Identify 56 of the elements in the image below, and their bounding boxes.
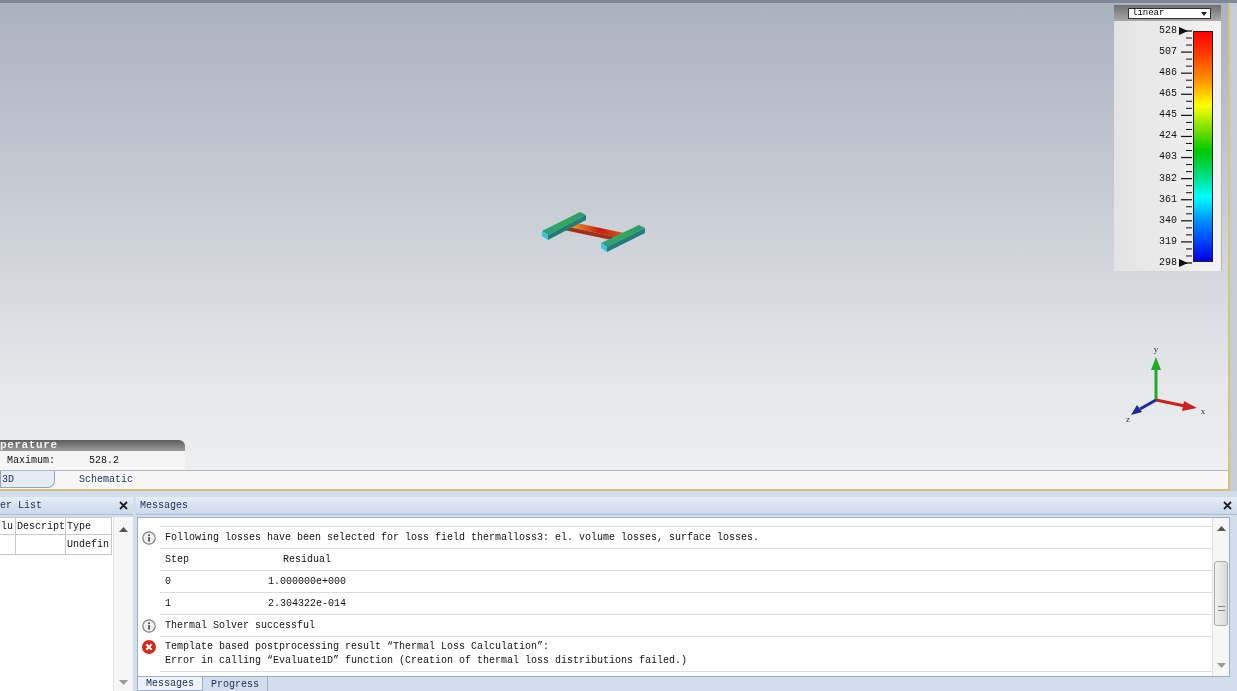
panel-title: er List <box>0 500 42 511</box>
result-label: Maximum: <box>7 455 56 466</box>
info-icon <box>142 531 156 545</box>
table-cell: 1.000000e+000 <box>268 574 346 589</box>
scale-label: 403 <box>1159 152 1177 163</box>
axis-label: z <box>1126 414 1130 424</box>
triangle-marker-icon <box>1179 259 1188 267</box>
table-cell <box>0 535 16 555</box>
table-cell: 0 <box>165 574 171 589</box>
caret-icon <box>1201 11 1207 16</box>
scale-label: 298 <box>1159 257 1177 268</box>
scrollbar[interactable] <box>113 517 133 691</box>
table-cell <box>16 535 66 555</box>
triangle-marker-icon <box>1179 27 1188 35</box>
panel-tab[interactable]: Messages <box>137 677 203 691</box>
error-icon <box>142 640 156 654</box>
scale-label: 361 <box>1159 194 1177 205</box>
axis-label: y <box>1153 344 1159 354</box>
result-title-bar: perature <box>0 440 185 451</box>
scale-label: 382 <box>1159 173 1177 184</box>
scale-label: 424 <box>1159 131 1177 142</box>
table-cell: 2.304322e-014 <box>268 596 346 611</box>
scroll-down-icon[interactable] <box>119 680 128 685</box>
axis-label: x <box>1200 406 1206 416</box>
scale-dropdown[interactable]: linear <box>1128 8 1211 19</box>
message-text: Thermal Solver successful <box>165 618 316 633</box>
column-header: Descript <box>16 517 66 535</box>
scale-label: 465 <box>1159 89 1177 100</box>
scale-label: 445 <box>1159 110 1177 121</box>
column-header: Type <box>66 517 112 535</box>
close-icon[interactable] <box>1223 501 1232 510</box>
view-tab[interactable]: Schematic <box>55 471 185 488</box>
panel-title: Messages <box>140 500 188 511</box>
message-text: Template based postprocessing result “Thermal Loss Calculation”: <box>165 640 550 654</box>
scroll-up-icon[interactable] <box>119 527 128 532</box>
scale-label: 486 <box>1159 68 1177 79</box>
view-tab[interactable]: 3D <box>0 471 55 488</box>
scale-label: 319 <box>1159 236 1177 247</box>
close-icon[interactable] <box>119 501 128 510</box>
scale-label: 528 <box>1159 26 1177 36</box>
message-text: Following losses have been selected for loss field thermalloss3: el. volume losses, surface losses. <box>165 530 760 545</box>
info-icon <box>142 619 156 633</box>
column-header: Step <box>165 552 189 567</box>
column-header: lu <box>0 517 16 535</box>
scale-label: 507 <box>1159 47 1177 58</box>
scrollbar[interactable] <box>1212 518 1229 676</box>
scale-label: 340 <box>1159 215 1177 226</box>
panel-tab[interactable]: Progress <box>203 677 269 691</box>
table-cell: 1 <box>165 596 171 611</box>
scrollbar-thumb[interactable] <box>1214 561 1228 626</box>
column-header: Residual <box>283 552 331 567</box>
result-value: 528.2 <box>89 455 119 466</box>
message-text: Error in calling “Evaluate1D” function (Creation of thermal loss distributions failed.) <box>165 654 688 668</box>
table-cell: Undefin <box>66 535 112 555</box>
scroll-down-icon[interactable] <box>1216 663 1226 668</box>
scroll-up-icon[interactable] <box>1216 526 1226 531</box>
